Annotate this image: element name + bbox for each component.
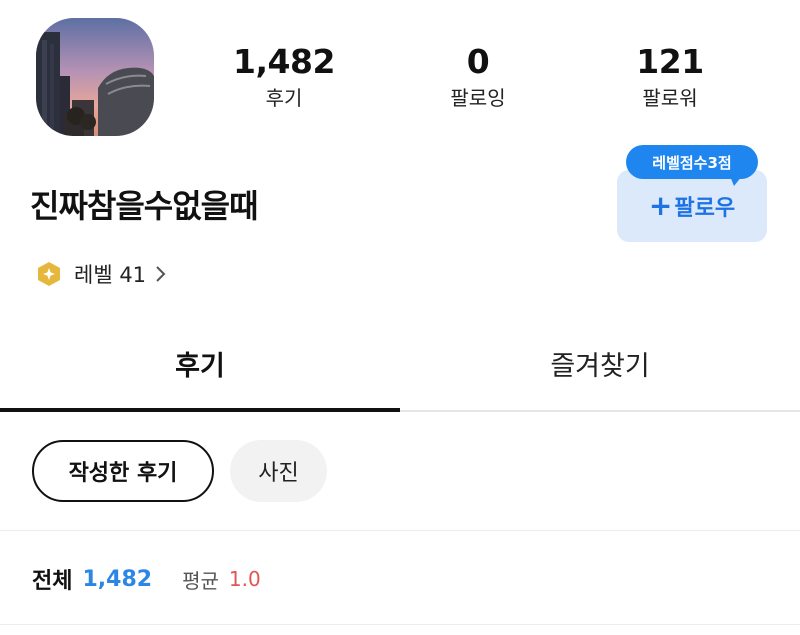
tooltip-tail [730,176,742,186]
total-label: 전체 [32,569,73,594]
plus-icon: + [648,189,673,222]
followers-stat[interactable]: 121 팔로워 [600,40,740,112]
level-label: 레벨 41 [74,263,147,287]
chevron-right-icon [156,266,166,282]
follow-label: 팔로우 [674,196,736,221]
level-score-tooltip: 레벨점수3점 [626,145,758,179]
level-link[interactable]: 레벨 41 [36,256,168,292]
section-divider [0,530,800,531]
profile-avatar[interactable] [36,18,154,136]
reviews-label: 후기 [265,86,303,110]
filter-photos-chip[interactable]: 사진 [230,440,327,502]
bottom-divider [0,624,800,625]
filter-written-reviews-chip[interactable]: 작성한 후기 [32,440,214,502]
active-tab-indicator [0,408,400,412]
level-badge-icon [38,262,60,286]
total-count: 1,482 [82,566,153,592]
followers-count: 121 [636,42,704,81]
reviews-count: 1,482 [233,42,335,81]
profile-username: 진짜참을수없을때 [30,187,259,225]
following-stat[interactable]: 0 팔로잉 [408,40,548,112]
review-summary: 전체 1,482 평균 1.0 [32,560,261,598]
followers-label: 팔로워 [642,86,698,110]
tab-favorites[interactable]: 즐겨찾기 [400,318,800,408]
following-count: 0 [466,42,490,81]
following-label: 팔로잉 [450,86,506,110]
average-rating: 1.0 [228,567,261,591]
reviews-stat[interactable]: 1,482 후기 [214,40,354,112]
avatar-photo [36,18,154,136]
average-label: 평균 [182,568,219,593]
follow-button[interactable]: + 팔로우 [617,170,767,242]
tab-reviews[interactable]: 후기 [0,318,400,408]
